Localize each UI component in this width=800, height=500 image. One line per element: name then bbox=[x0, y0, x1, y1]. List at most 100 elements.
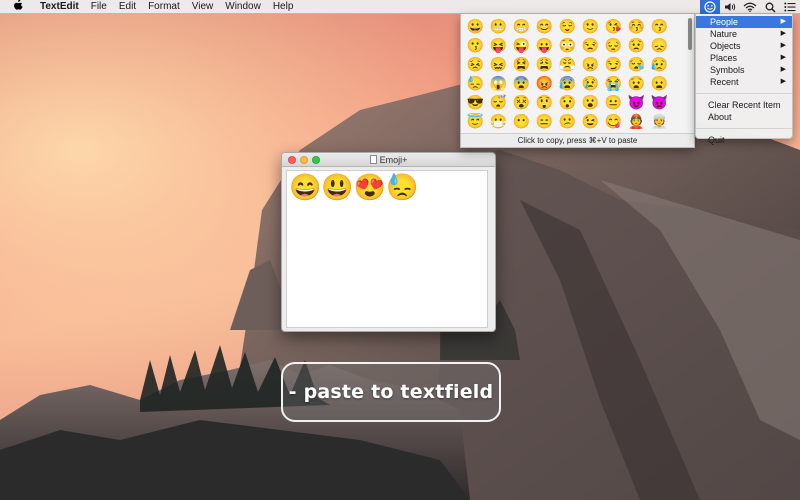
picker-scrollbar[interactable] bbox=[688, 18, 692, 50]
emoji-cell[interactable]: 😈 bbox=[625, 93, 648, 112]
menu-separator bbox=[696, 128, 792, 129]
submenu-arrow-icon: ▶ bbox=[780, 18, 786, 25]
emoji-cell[interactable]: 😁 bbox=[510, 17, 533, 36]
picker-footer-hint: Click to copy, press ⌘+V to paste bbox=[461, 133, 694, 147]
emoji-cell[interactable]: 😷 bbox=[487, 112, 510, 131]
emoji-cell[interactable]: 😨 bbox=[510, 74, 533, 93]
menu-edit[interactable]: Edit bbox=[113, 0, 142, 14]
emoji-cell[interactable]: 😶 bbox=[510, 112, 533, 131]
emoji-cell[interactable]: 😳 bbox=[556, 36, 579, 55]
submenu-arrow-icon: ▶ bbox=[780, 30, 786, 37]
menu-view[interactable]: View bbox=[186, 0, 220, 14]
search-icon[interactable] bbox=[760, 0, 780, 14]
emoji-cell[interactable]: 😦 bbox=[648, 74, 671, 93]
emoji-cell[interactable]: 😘 bbox=[602, 17, 625, 36]
menu-window[interactable]: Window bbox=[219, 0, 267, 14]
menu-item-label: Objects bbox=[710, 41, 741, 51]
emoji-cell[interactable]: 🙂 bbox=[579, 17, 602, 36]
emoji-grid: 😀 😬 😁 😊 😌 🙂 😘 😚 😙 😗 😝 😜 😛 😳 😒 😔 😟 😞 😣 😖 😫 😩 😤 😠 😏 😪 😥 😓 😱 😨 😡 😰 😢 😭 😧 😦 😎 😴 😵 😲… bbox=[464, 17, 686, 134]
caption-bubble: - paste to textfield bbox=[281, 362, 501, 422]
menu-bar: TextEdit File Edit Format View Window He… bbox=[0, 0, 800, 14]
emoji-cell[interactable]: 😔 bbox=[602, 36, 625, 55]
emoji-cell[interactable]: 😪 bbox=[625, 55, 648, 74]
emoji-cell[interactable]: 😏 bbox=[602, 55, 625, 74]
emoji-cell[interactable]: 😛 bbox=[533, 36, 556, 55]
emoji-cell[interactable]: 😋 bbox=[602, 112, 625, 131]
emoji-cell[interactable]: 😚 bbox=[625, 17, 648, 36]
menu-item-objects[interactable]: Objects ▶ bbox=[696, 40, 792, 52]
emoji-cell[interactable]: 😢 bbox=[579, 74, 602, 93]
emoji-cell[interactable]: 😵 bbox=[510, 93, 533, 112]
emoji-cell[interactable]: 😙 bbox=[648, 17, 671, 36]
emoji-cell[interactable]: 😥 bbox=[648, 55, 671, 74]
emoji-cell[interactable]: 😯 bbox=[556, 93, 579, 112]
menu-app-name[interactable]: TextEdit bbox=[34, 0, 85, 14]
emoji-cell[interactable]: 😩 bbox=[533, 55, 556, 74]
emoji-cell[interactable]: 😰 bbox=[556, 74, 579, 93]
menu-item-label: People bbox=[710, 17, 739, 27]
emoji-picker-panel: 😀 😬 😁 😊 😌 🙂 😘 😚 😙 😗 😝 😜 😛 😳 😒 😔 😟 😞 😣 😖 😫 😩 😤 😠 😏 😪 😥 😓 😱 😨 😡 😰 😢 😭 😧 😦 😎 😴 😵 😲… bbox=[460, 14, 695, 148]
emoji-cell[interactable]: 😗 bbox=[464, 36, 487, 55]
emoji-cell[interactable]: 😮 bbox=[579, 93, 602, 112]
emoji-cell[interactable]: 😫 bbox=[510, 55, 533, 74]
menu-item-label: Symbols bbox=[710, 65, 745, 75]
menu-help[interactable]: Help bbox=[267, 0, 300, 14]
emoji-cell[interactable]: 😒 bbox=[579, 36, 602, 55]
status-area bbox=[700, 0, 800, 14]
menu-item-places[interactable]: Places ▶ bbox=[696, 52, 792, 64]
submenu-arrow-icon: ▶ bbox=[780, 54, 786, 61]
emoji-cell[interactable]: 😎 bbox=[464, 93, 487, 112]
window-title: Emoji+ bbox=[282, 153, 495, 167]
emoji-cell[interactable]: 😜 bbox=[510, 36, 533, 55]
emoji-cell[interactable]: 😬 bbox=[487, 17, 510, 36]
menu-item-nature[interactable]: Nature ▶ bbox=[696, 28, 792, 40]
apple-logo-icon-svg bbox=[14, 0, 23, 10]
menu-format[interactable]: Format bbox=[142, 0, 186, 14]
emoji-cell[interactable]: 😞 bbox=[648, 36, 671, 55]
emoji-cell[interactable]: 😖 bbox=[487, 55, 510, 74]
wifi-icon[interactable] bbox=[740, 0, 760, 14]
emoji-cell[interactable]: 😟 bbox=[625, 36, 648, 55]
menu-file[interactable]: File bbox=[85, 0, 113, 14]
emoji-cell[interactable]: 😭 bbox=[602, 74, 625, 93]
emoji-cell[interactable]: 😐 bbox=[602, 93, 625, 112]
volume-icon[interactable] bbox=[720, 0, 740, 14]
emoji-cell[interactable]: 😓 bbox=[464, 74, 487, 93]
menu-item-label: Places bbox=[710, 53, 738, 63]
emoji-cell[interactable]: 😉 bbox=[579, 112, 602, 131]
menu-item-label: Recent bbox=[710, 77, 739, 87]
emoji-cell[interactable]: 😧 bbox=[625, 74, 648, 93]
emoji-cell[interactable]: 😝 bbox=[487, 36, 510, 55]
emoji-cell[interactable]: 😣 bbox=[464, 55, 487, 74]
submenu-arrow-icon: ▶ bbox=[780, 42, 786, 49]
emoji-text-field[interactable]: 😄😃😍😓 bbox=[286, 170, 488, 328]
emoji-cell[interactable]: 😇 bbox=[464, 112, 487, 131]
menu-item-people[interactable]: People ▶ bbox=[696, 16, 792, 28]
apple-logo-icon[interactable] bbox=[12, 0, 25, 14]
menu-item-about[interactable]: About bbox=[696, 111, 792, 123]
emoji-smiley-icon[interactable] bbox=[700, 0, 720, 14]
emoji-cell[interactable]: 😱 bbox=[487, 74, 510, 93]
emoji-cell[interactable]: 😕 bbox=[556, 112, 579, 131]
emoji-cell[interactable]: 😊 bbox=[533, 17, 556, 36]
emoji-cell[interactable]: 😌 bbox=[556, 17, 579, 36]
menu-item-quit[interactable]: Quit bbox=[696, 134, 792, 146]
emoji-cell[interactable]: 😑 bbox=[533, 112, 556, 131]
emoji-cell[interactable]: 😡 bbox=[533, 74, 556, 93]
emoji-cell[interactable]: 😴 bbox=[487, 93, 510, 112]
menu-item-recent[interactable]: Recent ▶ bbox=[696, 76, 792, 88]
emoji-cell[interactable]: 👳 bbox=[648, 112, 671, 131]
emoji-cell[interactable]: 😠 bbox=[579, 55, 602, 74]
menu-item-label: Nature bbox=[710, 29, 738, 39]
submenu-arrow-icon: ▶ bbox=[780, 66, 786, 73]
emoji-cell[interactable]: 👿 bbox=[648, 93, 671, 112]
window-titlebar[interactable]: Emoji+ bbox=[282, 153, 495, 167]
emoji-cell[interactable]: 😲 bbox=[533, 93, 556, 112]
list-icon[interactable] bbox=[780, 0, 800, 14]
emoji-cell[interactable]: 😀 bbox=[464, 17, 487, 36]
menu-item-clear-recent[interactable]: Clear Recent Item bbox=[696, 99, 792, 111]
emoji-cell[interactable]: 😤 bbox=[556, 55, 579, 74]
menu-item-symbols[interactable]: Symbols ▶ bbox=[696, 64, 792, 76]
emoji-plus-window: Emoji+ 😄😃😍😓 bbox=[281, 152, 496, 332]
emoji-cell[interactable]: 👲 bbox=[625, 112, 648, 131]
